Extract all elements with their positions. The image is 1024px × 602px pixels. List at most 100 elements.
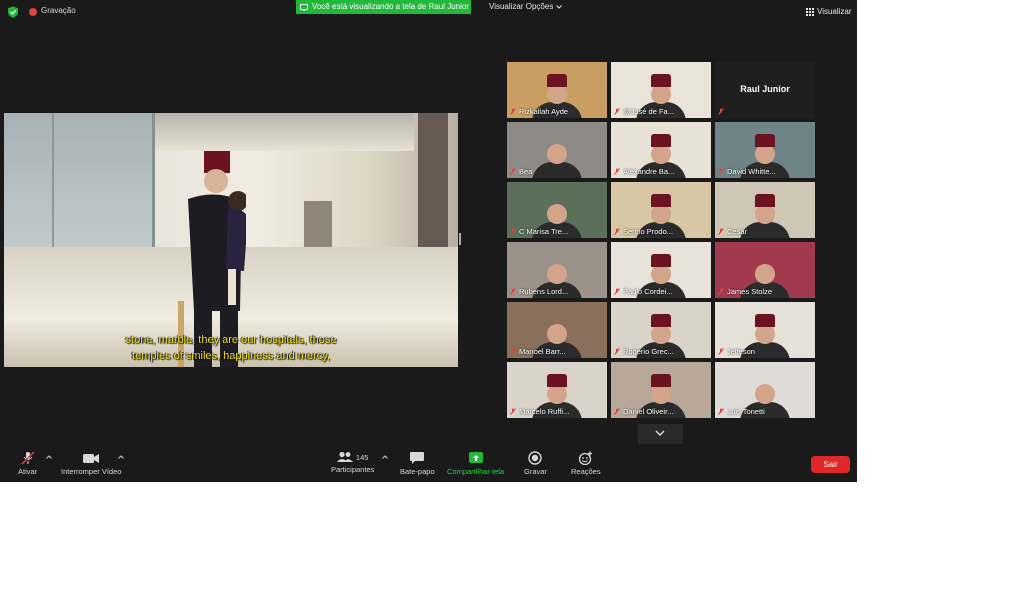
gallery-next-page-button[interactable]: [638, 424, 683, 444]
subtitle-line-1: stone, marble, they are our hospitals, t…: [125, 334, 337, 346]
participant-name: Cesar: [727, 227, 748, 236]
leave-button[interactable]: Sair: [811, 456, 850, 473]
microphone-muted-icon: [718, 348, 724, 355]
participant-tile[interactable]: Cesar: [715, 182, 815, 238]
unmute-button[interactable]: Ativar: [18, 451, 37, 476]
participant-name: Sergio Prodo...: [623, 227, 674, 236]
participant-tile[interactable]: Marcelo Ruffi...: [507, 362, 607, 418]
microphone-muted-icon: [614, 288, 620, 295]
microphone-muted-icon: [510, 108, 516, 115]
chevron-down-icon: [655, 430, 665, 436]
recording-label[interactable]: Gravação: [41, 6, 76, 15]
participant-name: Alexandre Ba...: [623, 167, 675, 176]
participant-tile[interactable]: Rogerio Grec...: [611, 302, 711, 358]
reactions-icon: [578, 451, 592, 465]
participant-tile[interactable]: David Whitte...: [715, 122, 815, 178]
record-dot-icon: [29, 8, 37, 16]
participant-name: Paulo Cordei...: [623, 287, 673, 296]
participant-name: Manoel Barr...: [519, 347, 566, 356]
participant-name-center: Raul Junior: [740, 84, 790, 94]
microphone-muted-icon: [614, 228, 620, 235]
participant-name: Rubens Lord...: [519, 287, 569, 296]
participants-button[interactable]: 145 Participantes: [331, 451, 374, 474]
microphone-muted-icon: [510, 168, 516, 175]
participant-name: Rizkallah Ayde: [519, 107, 569, 116]
participant-tile[interactable]: Rizkallah Ayde: [507, 62, 607, 118]
participant-name: James Stolze: [727, 287, 773, 296]
participants-icon: [336, 451, 353, 462]
view-options-menu[interactable]: Visualizar Opções: [489, 2, 563, 11]
chat-icon: [410, 452, 425, 464]
view-button[interactable]: Visualizar: [806, 7, 852, 16]
participants-label: Participantes: [331, 465, 375, 474]
participant-tile[interactable]: Alexandre Ba...: [611, 122, 711, 178]
stop-video-button[interactable]: Interromper Vídeo: [61, 451, 121, 476]
subtitle-line-2: temples of smiles, happiness and mercy,: [132, 350, 330, 362]
shield-icon[interactable]: [7, 6, 19, 18]
share-banner: Você está visualizando a tela de Raul Ju…: [296, 0, 471, 14]
share-screen-label: Compartilhar tela: [447, 467, 505, 476]
record-label: Gravar: [524, 467, 547, 476]
microphone-muted-icon: [614, 108, 620, 115]
participant-tile[interactable]: Daniel Oliveir...: [611, 362, 711, 418]
chevron-up-icon[interactable]: [382, 455, 388, 459]
view-button-label: Visualizar: [817, 7, 852, 16]
participant-figure: [740, 194, 790, 238]
chevron-up-icon[interactable]: [118, 455, 124, 459]
microphone-muted-icon: [614, 348, 620, 355]
participants-count: 145: [355, 452, 369, 462]
microphone-muted-icon: [718, 108, 724, 115]
resize-handle[interactable]: [459, 233, 461, 245]
participant-name: Jelfeson: [727, 347, 755, 356]
reactions-button[interactable]: Reações: [571, 451, 601, 476]
stop-video-label: Interromper Vídeo: [61, 467, 122, 476]
participant-tile[interactable]: C Marisa Tre...: [507, 182, 607, 238]
microphone-muted-icon: [718, 288, 724, 295]
microphone-muted-icon: [510, 288, 516, 295]
chevron-down-icon: [556, 4, 563, 9]
participant-figure: [532, 134, 582, 178]
video-camera-icon: [83, 454, 100, 463]
zoom-window: Gravação Você está visualizando a tela d…: [0, 0, 857, 482]
view-options-label: Visualizar Opções: [489, 2, 554, 11]
shared-screen-video: [4, 113, 458, 367]
microphone-muted-icon: [718, 168, 724, 175]
participant-name: Daniel Oliveir...: [623, 407, 674, 416]
participant-tile[interactable]: Sergio Prodo...: [611, 182, 711, 238]
share-screen-icon: [468, 452, 483, 463]
participant-tile[interactable]: Jelfeson: [715, 302, 815, 358]
participant-tile[interactable]: Raul Junior: [715, 62, 815, 118]
participant-tile[interactable]: @José de Fa...: [611, 62, 711, 118]
microphone-muted-icon: [614, 408, 620, 415]
participant-name: Marcelo Ruffi...: [519, 407, 570, 416]
participant-tile[interactable]: Manoel Barr...: [507, 302, 607, 358]
participant-tile[interactable]: Rubens Lord...: [507, 242, 607, 298]
view-grid-icon: [806, 7, 814, 16]
microphone-muted-icon: [510, 228, 516, 235]
share-screen-button[interactable]: Compartilhar tela: [447, 451, 504, 476]
record-button[interactable]: Gravar: [524, 451, 547, 476]
share-banner-text: Você está visualizando a tela de Raul Ju…: [312, 2, 469, 11]
chat-button[interactable]: Bate-papo: [400, 451, 435, 476]
microphone-muted-icon: [510, 408, 516, 415]
participant-tile[interactable]: Luis Tonetti: [715, 362, 815, 418]
microphone-muted-icon: [718, 228, 724, 235]
share-screen-icon: [300, 3, 308, 11]
participant-name: Luis Tonetti: [727, 407, 765, 416]
participant-name: David Whitte...: [727, 167, 776, 176]
participant-tile[interactable]: James Stolze: [715, 242, 815, 298]
participant-name: C Marisa Tre...: [519, 227, 569, 236]
participant-tile[interactable]: Bea: [507, 122, 607, 178]
participant-name: Rogerio Grec...: [623, 347, 674, 356]
microphone-muted-icon: [21, 451, 35, 465]
participant-name: Bea: [519, 167, 533, 176]
reactions-label: Reações: [571, 467, 601, 476]
chevron-up-icon[interactable]: [46, 455, 52, 459]
record-icon: [528, 451, 543, 465]
microphone-muted-icon: [718, 408, 724, 415]
hallway-wall-panel: [418, 113, 448, 248]
participant-tile[interactable]: Paulo Cordei...: [611, 242, 711, 298]
microphone-muted-icon: [614, 168, 620, 175]
microphone-muted-icon: [510, 348, 516, 355]
participant-name: @José de Fa...: [623, 107, 674, 116]
